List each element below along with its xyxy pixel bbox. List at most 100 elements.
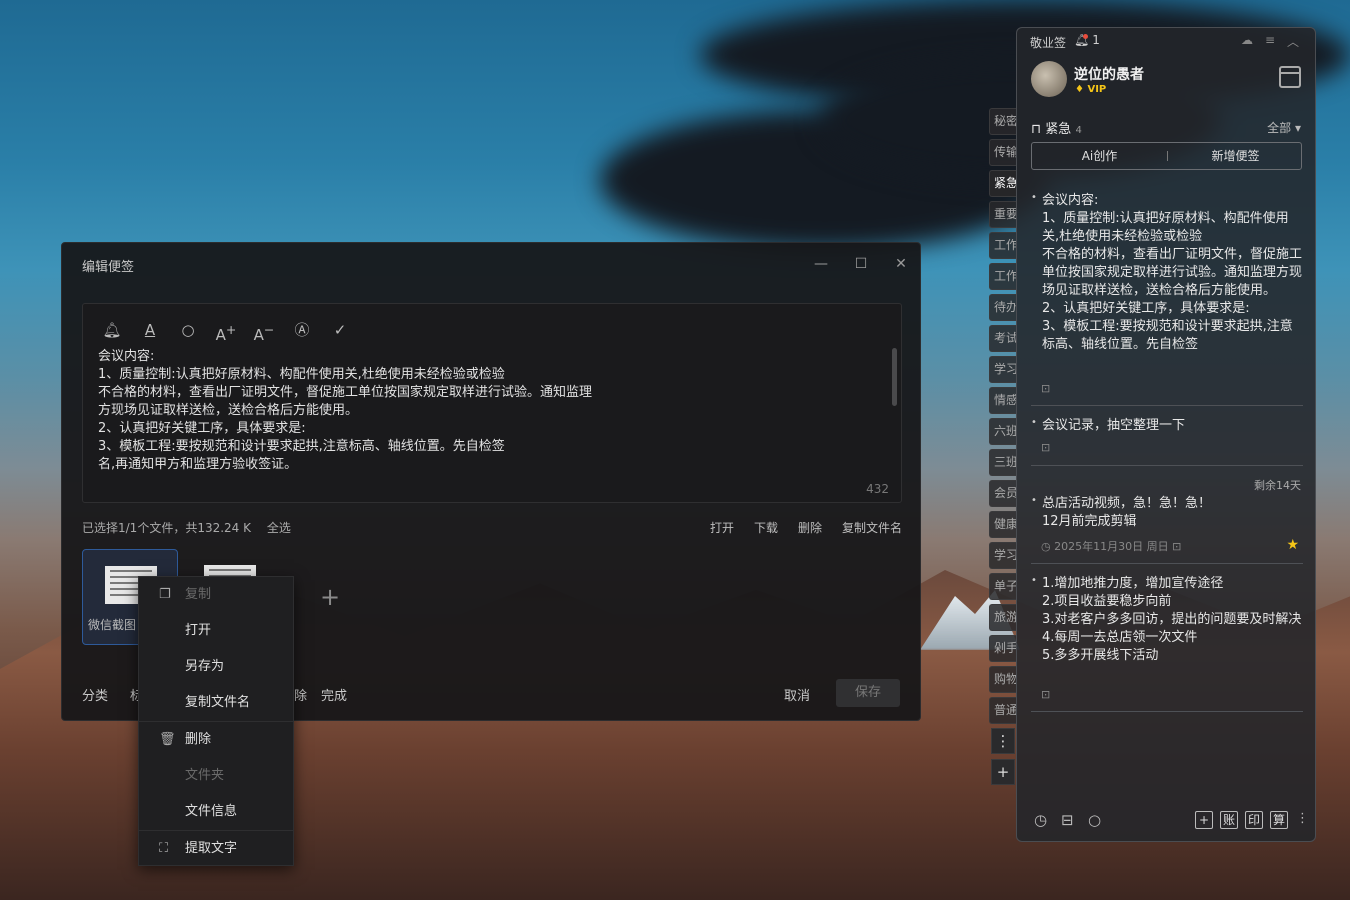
side-tab[interactable]: 工作 [989,263,1017,290]
trash-icon: 🗑︎ [159,732,176,747]
bell-icon[interactable]: 🔔︎ [101,319,123,341]
side-tab[interactable]: 秘密 [989,108,1017,135]
menu-divider [139,830,293,831]
menu-item-folder[interactable]: 文件夹 [139,759,293,793]
filter-dropdown[interactable]: 全部 ▾ [1267,119,1301,136]
vip-label: VIP [1087,84,1107,95]
filter-label: 全部 [1267,121,1292,135]
notification-dot [1083,34,1088,39]
side-tab[interactable]: 旅游 [989,604,1017,631]
copy-icon: ❐ [159,587,171,602]
side-tab[interactable]: 学习 [989,356,1017,383]
avatar[interactable] [1031,61,1067,97]
ai-create-button[interactable]: Ai创作 [1032,143,1167,169]
more-tabs-icon[interactable]: ⋮ [991,728,1015,754]
select-all-link[interactable]: 全选 [267,521,291,535]
note-item[interactable]: 总店活动视频，急！急！急！ 12月前完成剪辑 [1031,492,1303,531]
menu-item-extract-text[interactable]: ⛶ 提取文字 [139,832,293,866]
bookmark-icon: ⊓︎ [1031,122,1046,137]
section-title: ⊓︎ 紧急 4 [1031,118,1082,137]
side-tab[interactable]: 学习 [989,542,1017,569]
side-tab[interactable]: 紧急 [989,170,1017,197]
lock-icon: ⊡ [1041,441,1051,454]
menu-icon[interactable]: ≡ [1265,33,1275,47]
cancel-button[interactable]: 取消 [784,685,810,704]
note-text: 会议记录，抽空整理一下 [1031,414,1303,435]
scan-text-icon: ⛶ [159,841,169,856]
ai-icon[interactable]: Ⓐ [291,319,313,341]
menu-item-label: 复制 [185,587,212,602]
side-tab[interactable]: 重要 [989,201,1017,228]
side-tab[interactable]: 三班 [989,449,1017,476]
save-button[interactable]: 保存 [836,679,900,707]
side-tab[interactable]: 会员 [989,480,1017,507]
cloud-sync-icon[interactable]: ☁ [1241,33,1253,47]
close-icon[interactable]: ✕ [890,253,912,275]
font-increase-icon[interactable]: A+ [215,319,237,344]
copy-filename-button[interactable]: 复制文件名 [842,519,902,536]
context-menu: ❐ 复制 打开 另存为 复制文件名 🗑︎ 删除 文件夹 文件信息 ⛶ 提取文字 [138,576,294,866]
menu-item-file-info[interactable]: 文件信息 [139,795,293,829]
menu-item-label: 提取文字 [185,841,238,856]
search-icon[interactable]: ○ [1088,811,1101,829]
note-item[interactable]: 会议内容: 1、质量控制:认真把好原材料、构配件使用关,杜绝使用未经检验或检验 … [1031,192,1303,376]
archive-icon[interactable]: ⊟ [1061,811,1074,829]
maximize-icon[interactable]: ☐ [850,253,872,275]
clock-icon[interactable]: ◷ [1034,811,1047,829]
side-tab[interactable]: 健康 [989,511,1017,538]
char-count: 432 [866,482,889,496]
menu-item-save-as[interactable]: 另存为 [139,650,293,684]
note-editor[interactable]: 🔔︎ A ○ A+ A− Ⓐ ✓ 会议内容: 1、质量控制:认真把好原材料、构配… [82,303,902,503]
print-icon[interactable]: 印 [1245,811,1263,829]
star-icon[interactable]: ★ [1286,537,1299,553]
open-file-button[interactable]: 打开 [710,519,734,536]
side-tab[interactable]: 情感 [989,387,1017,414]
window-title: 编辑便签 [82,260,135,275]
side-tab[interactable]: 传输 [989,139,1017,166]
minimize-icon[interactable]: — [810,253,832,275]
section-name: 紧急 [1045,122,1072,137]
more-icon[interactable]: ⋮ [1296,811,1309,826]
check-icon[interactable]: ✓ [329,319,351,341]
collapse-icon[interactable]: ︿ [1287,33,1299,50]
add-file-icon[interactable]: + [320,583,340,611]
add-icon[interactable]: + [1195,811,1213,829]
side-tab[interactable]: 单子 [989,573,1017,600]
menu-item-delete[interactable]: 🗑︎ 删除 [139,723,293,757]
side-tab[interactable]: 六班 [989,418,1017,445]
lock-icon: ⊡ [1041,688,1051,701]
menu-item-copy[interactable]: ❐ 复制 [139,578,293,612]
calendar-icon[interactable] [1279,66,1301,88]
side-tab[interactable]: 待办 [989,294,1017,321]
file-info-text: 已选择1/1个文件，共132.24 K [82,521,251,535]
menu-item-open[interactable]: 打开 [139,614,293,648]
search-icon[interactable]: ○ [177,319,199,341]
done-button[interactable]: 完成 [321,685,347,704]
menu-item-label: 复制文件名 [185,695,251,710]
side-tab[interactable]: 购物 [989,666,1017,693]
side-tab[interactable]: 考试 [989,325,1017,352]
calculator-icon[interactable]: 算 [1270,811,1288,829]
category-button[interactable]: 分类 [82,685,108,704]
download-file-button[interactable]: 下载 [754,519,778,536]
note-item[interactable]: 1.增加地推力度，增加宣传途径 2.项目收益要稳步向前 3.对老客户多多回访，提… [1031,572,1303,665]
remaining-days: 剩余14天 [1254,479,1301,492]
side-tab[interactable]: 剁手 [989,635,1017,662]
note-item[interactable]: 会议记录，抽空整理一下 [1031,414,1303,435]
side-tab[interactable]: 普通 [989,697,1017,724]
menu-item-copy-filename[interactable]: 复制文件名 [139,686,293,720]
text-color-icon[interactable]: A [139,319,161,341]
menu-item-label: 删除 [185,732,212,747]
scrollbar[interactable] [892,348,897,406]
side-tab[interactable]: 工作 [989,232,1017,259]
font-decrease-icon[interactable]: A− [253,319,275,344]
ledger-icon[interactable]: 账 [1220,811,1238,829]
menu-item-label: 打开 [185,623,212,638]
delete-file-button[interactable]: 删除 [798,519,822,536]
reminder-date-text: 2025年11月30日 周日 [1054,540,1169,553]
note-content[interactable]: 会议内容: 1、质量控制:认真把好原材料、构配件使用关,杜绝使用未经检验或检验 … [98,348,618,474]
lock-icon: ⊡ [1041,382,1051,395]
delete-button[interactable]: 除 [294,685,307,704]
add-tab-icon[interactable]: + [991,759,1015,785]
add-note-button[interactable]: 新增便签 [1168,143,1303,169]
